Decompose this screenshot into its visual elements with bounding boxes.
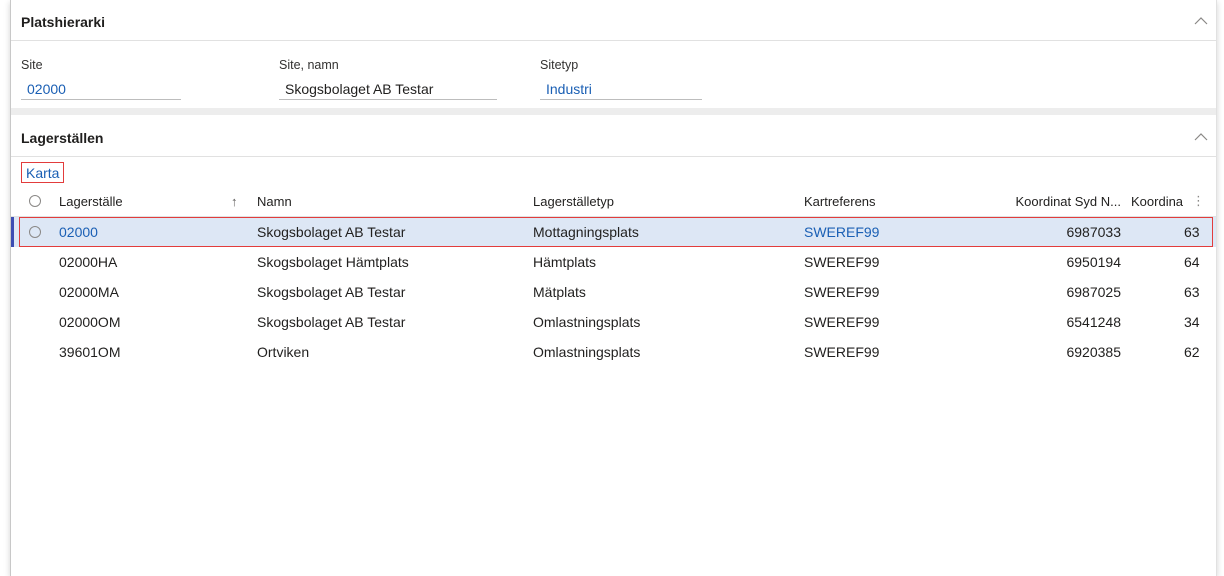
warehouses-title: Lagerställen (21, 130, 104, 146)
cell-lagerstalletyp: Omlastningsplats (533, 344, 641, 360)
site-name-field[interactable]: Skogsbolaget AB Testar (279, 78, 497, 100)
radio-icon (29, 195, 41, 207)
cell-namn: Skogsbolaget AB Testar (257, 284, 406, 300)
table-row[interactable]: 02000MA Skogsbolaget AB Testar Mätplats SWE… (11, 277, 1216, 307)
cell-lagerstalletyp: Hämtplats (533, 254, 597, 270)
column-header-lagerstalletyp[interactable]: Lagerställetyp (533, 186, 773, 216)
sort-ascending-icon[interactable]: ↑ (231, 186, 245, 216)
cell-koordinat-syd: 6987025 (1066, 284, 1121, 300)
cell-lagerstalletyp: Omlastningsplats (533, 314, 641, 330)
select-all-radio[interactable] (29, 186, 45, 216)
cell-namn: Skogsbolaget Hämtplats (257, 254, 409, 270)
cell-lagerstalle: 02000HA (59, 254, 118, 270)
table-row[interactable]: 02000OM Skogsbolaget AB Testar Omlastnings… (11, 307, 1216, 337)
table-row[interactable]: 39601OM Ortviken Omlastningsplats SWEREF99 6… (11, 337, 1216, 367)
cell-koordinat-syd: 6950194 (1066, 254, 1121, 270)
column-header-koordinat-syd[interactable]: Koordinat Syd N... (973, 186, 1122, 216)
cell-koordinat: 63 (1184, 224, 1200, 240)
cell-kartreferens: SWEREF99 (804, 284, 880, 300)
site-label: Site (21, 58, 43, 72)
cell-lagerstalle: 02000MA (59, 284, 119, 300)
table-row[interactable]: 02000HA Skogsbolaget Hämtplats Hämtplats SW… (11, 247, 1216, 277)
site-hierarchy-header[interactable]: Platshierarki (11, 0, 1216, 41)
cell-koordinat-syd: 6987033 (1066, 224, 1121, 240)
cell-koordinat-syd: 6920385 (1066, 344, 1121, 360)
cell-lagerstalle: 39601OM (59, 344, 121, 360)
chevron-up-icon[interactable] (1194, 132, 1208, 142)
column-header-namn[interactable]: Namn (257, 186, 497, 216)
site-hierarchy-title: Platshierarki (21, 14, 106, 30)
form-panel: Platshierarki Site 02000 Site, namn Skog… (10, 0, 1217, 576)
site-type-label: Sitetyp (540, 58, 579, 72)
cell-kartreferens: SWEREF99 (804, 314, 880, 330)
cell-kartreferens: SWEREF99 (804, 344, 880, 360)
cell-lagerstalletyp: Mottagningsplats (533, 224, 639, 240)
grid-header: Lagerställe ↑ Namn Lagerställetyp Kartre… (11, 186, 1216, 217)
column-header-lagerstalle[interactable]: Lagerställe (59, 186, 219, 216)
column-header-kartreferens[interactable]: Kartreferens (804, 186, 954, 216)
site-name-label: Site, namn (279, 58, 339, 72)
row-select-radio[interactable] (29, 217, 45, 247)
cell-kartreferens[interactable]: SWEREF99 (804, 217, 954, 247)
site-field[interactable]: 02000 (21, 78, 181, 100)
cell-namn: Skogsbolaget AB Testar (257, 224, 406, 240)
cell-lagerstalletyp: Mätplats (533, 284, 586, 300)
cell-lagerstalle: 02000OM (59, 314, 121, 330)
cell-koordinat-syd: 6541248 (1066, 314, 1121, 330)
cell-kartreferens: SWEREF99 (804, 254, 880, 270)
grid-body: 02000 Skogsbolaget AB Testar Mottagningspl… (11, 217, 1216, 367)
section-divider (11, 108, 1216, 115)
chevron-up-icon[interactable] (1194, 16, 1208, 26)
table-row[interactable]: 02000 Skogsbolaget AB Testar Mottagningspl… (11, 217, 1216, 247)
cell-koordinat: 63 (1184, 284, 1200, 300)
cell-koordinat: 64 (1184, 254, 1200, 270)
cell-koordinat: 34 (1184, 314, 1200, 330)
site-type-field[interactable]: Industri (540, 78, 702, 100)
more-options-icon[interactable]: ⋮ (1192, 186, 1202, 216)
cell-namn: Skogsbolaget AB Testar (257, 314, 406, 330)
cell-lagerstalle[interactable]: 02000 (59, 217, 219, 247)
cell-koordinat: 62 (1184, 344, 1200, 360)
warehouses-grid: Lagerställe ↑ Namn Lagerställetyp Kartre… (11, 186, 1216, 367)
radio-icon (29, 226, 41, 238)
warehouses-header[interactable]: Lagerställen (11, 116, 1216, 157)
cell-namn: Ortviken (257, 344, 310, 360)
map-button[interactable]: Karta (21, 162, 65, 183)
column-header-koordinat[interactable]: Koordina (1131, 186, 1189, 216)
